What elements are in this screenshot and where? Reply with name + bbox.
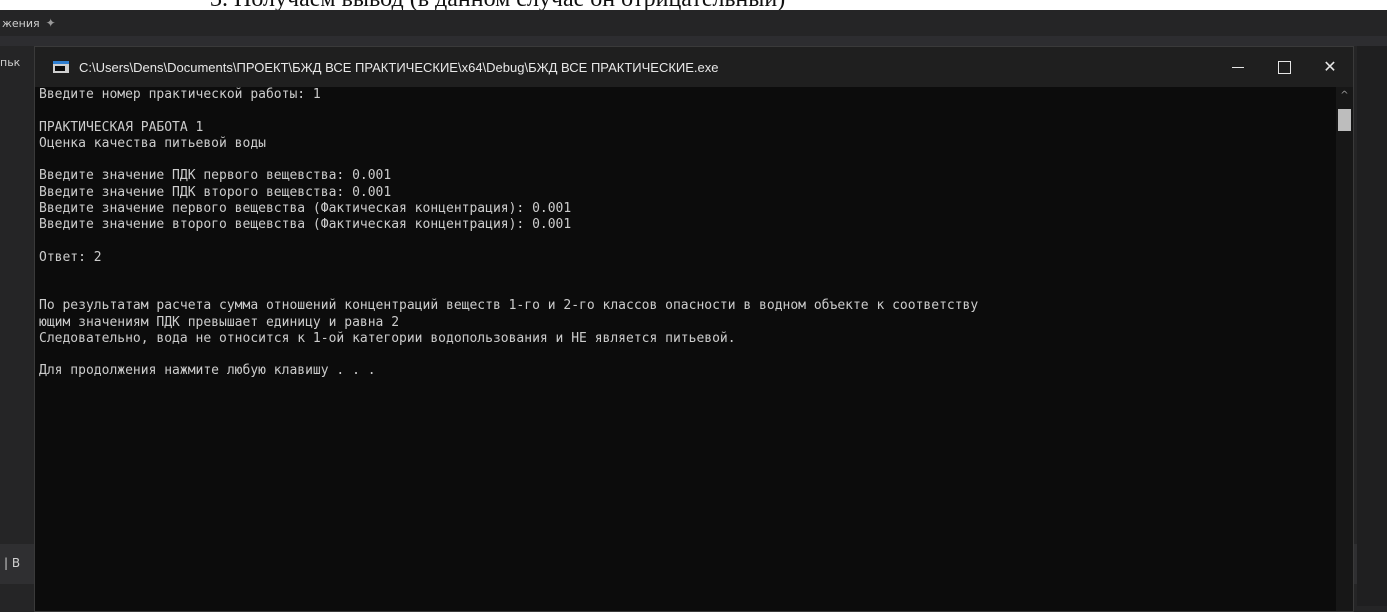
- host-app-tab-label: жения: [2, 16, 40, 30]
- console-line: Оценка качества питьевой воды: [39, 135, 266, 151]
- host-app-toolbar: [0, 36, 1387, 46]
- console-line: Введите номер практической работы: 1: [39, 87, 321, 102]
- document-partial-line: 3. Получаем вывод (в данном случае он от…: [210, 0, 785, 10]
- console-line: Введите значение первого вещевства (Факт…: [39, 200, 572, 216]
- console-app-icon[interactable]: [53, 61, 69, 73]
- console-titlebar[interactable]: C:\Users\Dens\Documents\ПРОЕКТ\БЖД ВСЕ П…: [35, 47, 1353, 87]
- console-line: Следовательно, вода не относится к 1-ой …: [39, 330, 736, 346]
- document-background: 3. Получаем вывод (в данном случае он от…: [0, 0, 1387, 10]
- console-line: Введите значение второго вещевства (Факт…: [39, 217, 572, 232]
- scroll-thumb[interactable]: [1338, 109, 1351, 131]
- screen: 3. Получаем вывод (в данном случае он от…: [0, 0, 1387, 612]
- window-controls: ✕: [1215, 47, 1353, 87]
- maximize-button[interactable]: [1261, 47, 1307, 87]
- console-line: Для продолжения нажмите любую клавишу . …: [39, 363, 376, 379]
- pin-icon[interactable]: ✦: [46, 16, 56, 30]
- console-output[interactable]: Введите номер практической работы: 1 ПРАК…: [39, 87, 1335, 607]
- console-line: Ответ: 2: [39, 249, 102, 265]
- console-line: ПРАКТИЧЕСКАЯ РАБОТА 1: [39, 119, 204, 135]
- host-app-panel-label: | B: [4, 556, 21, 570]
- console-line: ющим значениям ПДК превышает единицу и р…: [39, 314, 400, 330]
- close-icon: ✕: [1323, 59, 1337, 76]
- close-button[interactable]: ✕: [1307, 47, 1353, 87]
- minimize-button[interactable]: [1215, 47, 1261, 87]
- console-line: Введите значение ПДК первого вещевства: …: [39, 168, 392, 184]
- maximize-icon: [1277, 60, 1291, 74]
- console-title: C:\Users\Dens\Documents\ПРОЕКТ\БЖД ВСЕ П…: [79, 59, 719, 75]
- host-app-right-edge: [1357, 46, 1387, 606]
- console-window[interactable]: C:\Users\Dens\Documents\ПРОЕКТ\БЖД ВСЕ П…: [34, 46, 1354, 612]
- console-line: Введите значение ПДК второго вещевства: …: [39, 184, 392, 200]
- host-app-side-label: пьк: [0, 56, 21, 69]
- host-app-tab[interactable]: жения ✦: [0, 10, 102, 36]
- vertical-scrollbar[interactable]: ^: [1336, 87, 1353, 611]
- scroll-up-arrow-icon[interactable]: ^: [1336, 89, 1353, 103]
- minimize-icon: [1232, 66, 1244, 68]
- console-line: По результатам расчета сумма отношений к…: [39, 298, 979, 314]
